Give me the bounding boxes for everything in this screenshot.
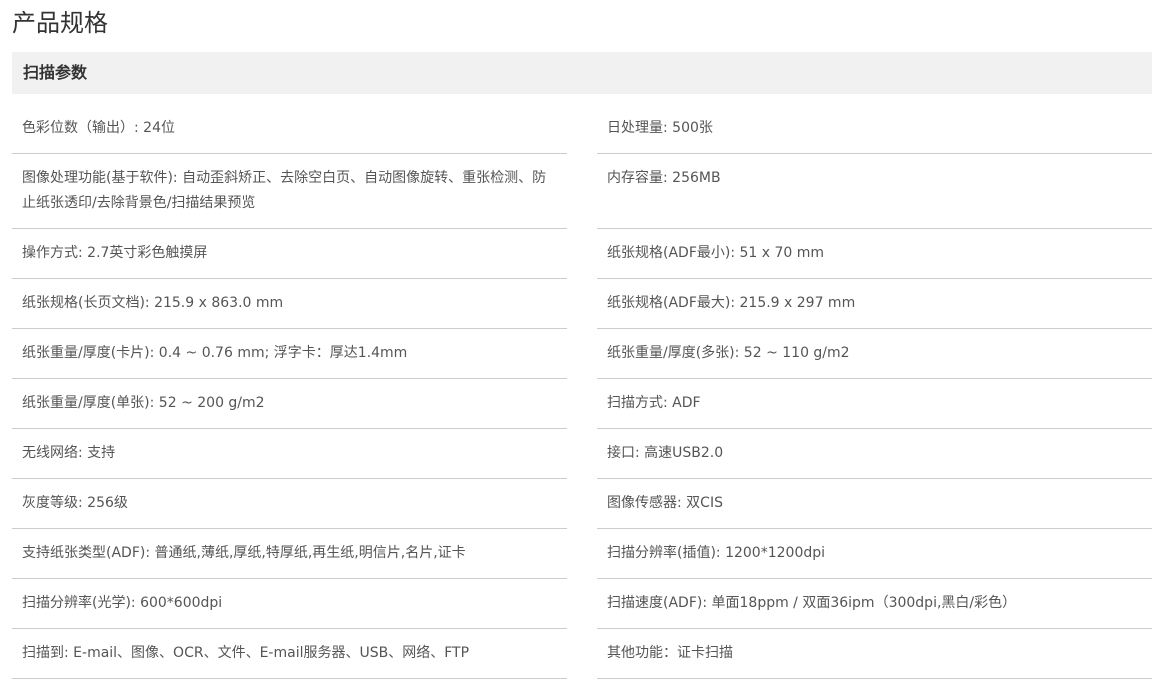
spec-item: 支持纸张类型(ADF): 普通纸,薄纸,厚纸,特厚纸,再生纸,明信片,名片,证卡 [12,529,567,579]
spec-item: 接口: 高速USB2.0 [597,429,1152,479]
spec-item: 纸张规格(ADF最小): 51 x 70 mm [597,229,1152,279]
spec-item: 无线网络: 支持 [12,429,567,479]
spec-row: 支持纸张类型(ADF): 普通纸,薄纸,厚纸,特厚纸,再生纸,明信片,名片,证卡… [12,529,1152,579]
spec-row: 无线网络: 支持 接口: 高速USB2.0 [12,429,1152,479]
spec-row: 纸张重量/厚度(单张): 52 ~ 200 g/m2 扫描方式: ADF [12,379,1152,429]
spec-item: 其他功能：证卡扫描 [597,629,1152,679]
page-title: 产品规格 [12,9,108,37]
spec-row: 图像处理功能(基于软件): 自动歪斜矫正、去除空白页、自动图像旋转、重张检测、防… [12,154,1152,229]
spec-item: 扫描方式: ADF [597,379,1152,429]
spec-item: 纸张规格(ADF最大): 215.9 x 297 mm [597,279,1152,329]
spec-item: 扫描速度(ADF): 单面18ppm / 双面36ipm（300dpi,黑白/彩… [597,579,1152,629]
spec-row: 操作方式: 2.7英寸彩色触摸屏 纸张规格(ADF最小): 51 x 70 mm [12,229,1152,279]
spec-row: 灰度等级: 256级 图像传感器: 双CIS [12,479,1152,529]
spec-row: 纸张重量/厚度(卡片): 0.4 ~ 0.76 mm; 浮字卡：厚达1.4mm … [12,329,1152,379]
spec-item: 色彩位数（输出）: 24位 [12,104,567,154]
spec-row: 纸张规格(长页文档): 215.9 x 863.0 mm 纸张规格(ADF最大)… [12,279,1152,329]
spec-row: 色彩位数（输出）: 24位 日处理量: 500张 [12,104,1152,154]
spec-item: 纸张规格(长页文档): 215.9 x 863.0 mm [12,279,567,329]
spec-item: 内存容量: 256MB [597,154,1152,229]
spec-table: 色彩位数（输出）: 24位 日处理量: 500张 图像处理功能(基于软件): 自… [12,104,1152,679]
spec-item: 日处理量: 500张 [597,104,1152,154]
spec-item: 纸张重量/厚度(单张): 52 ~ 200 g/m2 [12,379,567,429]
section-title: 扫描参数 [23,63,88,82]
spec-item: 扫描分辨率(插值): 1200*1200dpi [597,529,1152,579]
spec-item: 扫描到: E-mail、图像、OCR、文件、E-mail服务器、USB、网络、F… [12,629,567,679]
section-header: 扫描参数 [12,52,1152,94]
spec-row: 扫描到: E-mail、图像、OCR、文件、E-mail服务器、USB、网络、F… [12,629,1152,679]
spec-item: 图像处理功能(基于软件): 自动歪斜矫正、去除空白页、自动图像旋转、重张检测、防… [12,154,567,229]
spec-item: 灰度等级: 256级 [12,479,567,529]
spec-item: 纸张重量/厚度(多张): 52 ~ 110 g/m2 [597,329,1152,379]
spec-item: 图像传感器: 双CIS [597,479,1152,529]
spec-item: 纸张重量/厚度(卡片): 0.4 ~ 0.76 mm; 浮字卡：厚达1.4mm [12,329,567,379]
spec-item: 扫描分辨率(光学): 600*600dpi [12,579,567,629]
spec-item: 操作方式: 2.7英寸彩色触摸屏 [12,229,567,279]
spec-row: 扫描分辨率(光学): 600*600dpi 扫描速度(ADF): 单面18ppm… [12,579,1152,629]
